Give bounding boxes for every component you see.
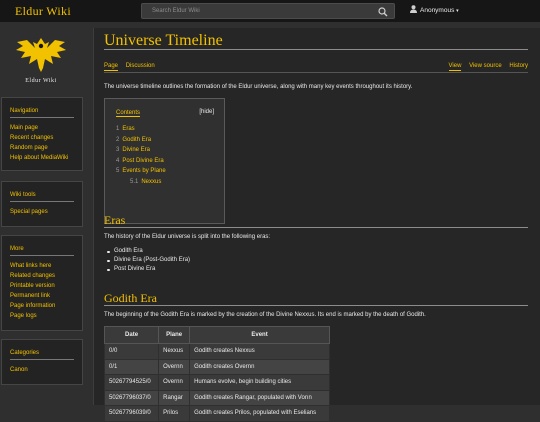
godith-text: The beginning of the Godith Era is marke… [104, 312, 426, 318]
sidebar-item-special-pages[interactable]: Special pages [10, 207, 48, 217]
site-logo[interactable]: Eldur Wiki [13, 32, 69, 86]
toc-item[interactable]: 4 Post Divine Era [116, 156, 166, 167]
table-of-contents: Contents [hide] 1 Eras 2 Godith Era 3 Divin… [104, 98, 225, 224]
tab-view[interactable]: View [448, 63, 462, 71]
user-menu[interactable]: Anonymous ▾ [410, 5, 459, 14]
view-tabs: View View source History [443, 63, 528, 71]
site-brand[interactable]: Eldur Wiki [15, 4, 71, 19]
divider [10, 201, 74, 202]
section-heading-godith-era: Godith Era [104, 291, 157, 305]
page-tabs: Page Discussion [104, 63, 161, 71]
user-name: Anonymous [420, 7, 455, 14]
sidebar-item-permanent-link[interactable]: Permanent link [10, 291, 55, 301]
sidebar-item-related-changes[interactable]: Related changes [10, 271, 55, 281]
toc-item[interactable]: 5 Events by Plane [116, 166, 166, 177]
column-header[interactable]: Event [189, 326, 330, 344]
tabs-divider [104, 72, 528, 73]
navigation-panel: Navigation Main page Recent changes Rand… [1, 97, 83, 171]
categories-panel: Categories Canon [1, 339, 83, 385]
panel-title: Wiki tools [10, 192, 36, 198]
wiki-tools-panel: Wiki tools Special pages [1, 181, 83, 227]
panel-title: Categories [10, 350, 40, 356]
section-heading-eras: Eras [104, 213, 126, 227]
title-divider [104, 49, 528, 50]
sidebar-item-printable-version[interactable]: Printable version [10, 281, 55, 291]
column-header[interactable]: Date [103, 326, 160, 344]
sidebar-item-page-logs[interactable]: Page logs [10, 311, 55, 321]
page-title: Universe Timeline [104, 32, 223, 49]
dragon-icon [16, 38, 66, 72]
table-row: 0/0 Nexxus Godith creates Nexxus [103, 343, 330, 360]
toc-item[interactable]: 2 Godith Era [116, 135, 166, 146]
sidebar-item-page-information[interactable]: Page information [10, 301, 55, 311]
toc-item[interactable]: 1 Eras [116, 124, 166, 135]
toc-title: Contents [116, 110, 141, 117]
more-panel: More What links here Related changes Pri… [1, 235, 83, 331]
list-item: Post Divine Era [104, 265, 190, 274]
sidebar-item-help[interactable]: Help about MediaWiki [10, 153, 68, 163]
tab-view-source[interactable]: View source [469, 63, 502, 69]
eras-text: The history of the Eldur universe is spl… [104, 234, 271, 240]
godith-era-table: Date Plane Event 0/0 Nexxus Godith creat… [103, 326, 330, 422]
sidebar-item-what-links-here[interactable]: What links here [10, 261, 55, 271]
tab-page[interactable]: Page [104, 63, 119, 71]
sidebar-item-recent-changes[interactable]: Recent changes [10, 133, 68, 143]
logo-caption: Eldur Wiki [25, 78, 57, 84]
sidebar-item-random-page[interactable]: Random page [10, 143, 68, 153]
user-icon [410, 5, 417, 13]
section-divider [104, 227, 528, 228]
list-item: Divine Era (Post-Godith Era) [104, 256, 190, 265]
toc-hide-toggle[interactable]: [hide] [199, 109, 214, 115]
panel-title: More [10, 246, 24, 252]
panel-title: Navigation [10, 108, 39, 114]
sidebar-item-main-page[interactable]: Main page [10, 123, 68, 133]
divider [10, 359, 74, 360]
chevron-down-icon: ▾ [456, 8, 459, 14]
table-row: 0/1 Overnn Godith creates Overnn [103, 358, 330, 375]
main-content: Universe Timeline Page Discussion View V… [93, 28, 540, 422]
column-header[interactable]: Plane [158, 326, 191, 344]
intro-text: The universe timeline outlines the forma… [104, 84, 413, 90]
table-row: 50267794525/0 Overnn Humans evolve, begi… [103, 374, 330, 391]
search-box[interactable]: Search Eldur Wiki [141, 3, 395, 19]
divider [10, 255, 74, 256]
toc-item[interactable]: 5.1 Nexxus [116, 177, 166, 188]
search-input[interactable]: Search Eldur Wiki [152, 8, 200, 14]
tab-history[interactable]: History [509, 63, 528, 69]
divider [10, 117, 74, 118]
table-row: 50267796039/0 Prilos Godith creates Pril… [103, 405, 330, 422]
table-row: 50267796037/0 Rangar Godith creates Rang… [103, 389, 330, 406]
toc-item[interactable]: 3 Divine Era [116, 145, 166, 156]
eras-list: Godith Era Divine Era (Post-Godith Era) … [104, 247, 190, 274]
search-icon[interactable] [378, 7, 388, 17]
top-bar: Eldur Wiki Search Eldur Wiki Anonymous ▾ [0, 0, 540, 22]
tab-discussion[interactable]: Discussion [126, 63, 155, 69]
section-divider [104, 305, 528, 306]
sidebar-item-canon[interactable]: Canon [10, 365, 28, 375]
list-item: Godith Era [104, 247, 190, 256]
